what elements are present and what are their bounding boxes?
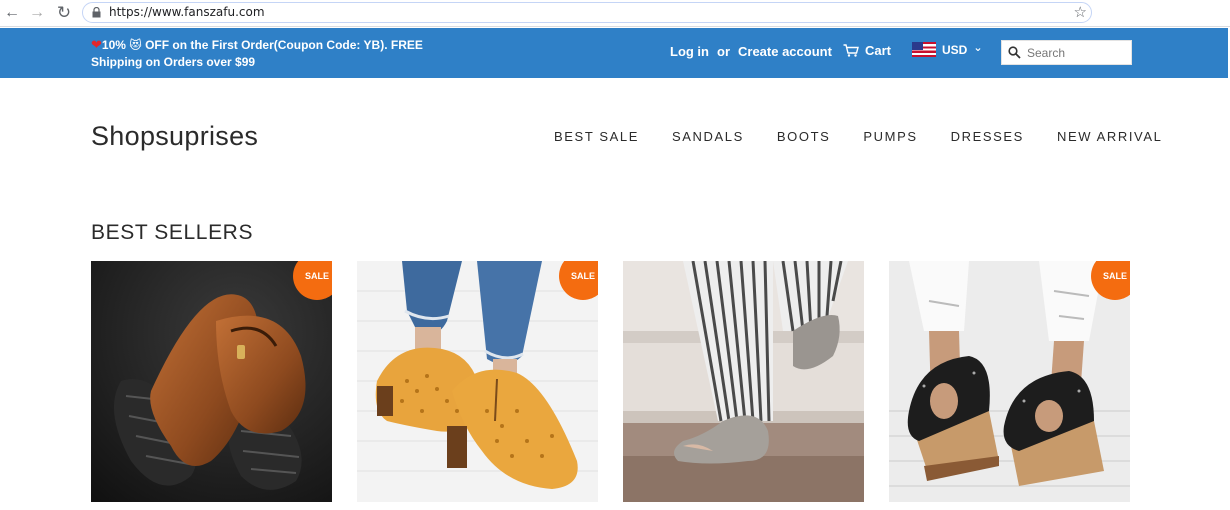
account-links: Log in or Create account <box>670 44 832 59</box>
nav-boots[interactable]: BOOTS <box>777 129 831 144</box>
back-icon[interactable]: ← <box>2 3 22 23</box>
product-card-2[interactable]: SALE <box>357 261 598 502</box>
product-image-4[interactable] <box>889 261 1130 502</box>
search-icon <box>1008 46 1021 59</box>
browser-toolbar: ← → ↻ https://www.fanszafu.com ☆ <box>0 0 1230 27</box>
nav-sandals[interactable]: SANDALS <box>672 129 744 144</box>
us-flag-icon <box>912 42 936 57</box>
main-navigation: BEST SALE SANDALS BOOTS PUMPS DRESSES NE… <box>554 129 1162 144</box>
announcement-bar: ❤10% 😻 OFF on the First Order(Coupon Cod… <box>0 28 1228 78</box>
heart-icon: ❤ <box>91 37 102 52</box>
cart-label: Cart <box>865 43 892 58</box>
bookmark-star-icon[interactable]: ☆ <box>1074 3 1087 21</box>
lock-icon <box>92 7 101 18</box>
nav-new-arrival[interactable]: NEW ARRIVAL <box>1057 129 1163 144</box>
nav-best-sale[interactable]: BEST SALE <box>554 129 639 144</box>
promo-line-1: 10% 😻 OFF on the First Order(Coupon Code… <box>101 38 423 52</box>
product-card-4[interactable]: SALE <box>889 261 1130 502</box>
reload-icon[interactable]: ↻ <box>54 3 74 23</box>
product-card-1[interactable]: SALE <box>91 261 332 502</box>
promo-text: ❤10% 😻 OFF on the First Order(Coupon Cod… <box>91 36 451 71</box>
or-text: or <box>717 44 730 59</box>
search-placeholder: Search <box>1027 46 1066 60</box>
create-account-link[interactable]: Create account <box>738 44 832 59</box>
login-link[interactable]: Log in <box>670 44 709 59</box>
product-image-3[interactable] <box>623 261 864 502</box>
best-sellers-heading: BEST SELLERS <box>91 221 254 244</box>
product-image-2[interactable] <box>357 261 598 502</box>
product-image-1[interactable] <box>91 261 332 502</box>
product-card-3[interactable] <box>623 261 864 502</box>
nav-pumps[interactable]: PUMPS <box>863 129 917 144</box>
cart-link[interactable]: Cart <box>843 43 891 58</box>
cart-icon <box>843 44 859 57</box>
currency-label: USD <box>942 42 968 57</box>
nav-dresses[interactable]: DRESSES <box>951 129 1024 144</box>
search-input[interactable]: Search <box>1001 40 1132 65</box>
promo-line-2: Shipping on Orders over $99 <box>91 55 256 69</box>
forward-icon[interactable]: → <box>27 3 47 23</box>
address-bar[interactable]: https://www.fanszafu.com ☆ <box>82 2 1092 23</box>
chevron-down-icon: ⌄ <box>973 42 983 54</box>
currency-selector[interactable]: USD ⌄ <box>912 42 983 57</box>
store-logo[interactable]: Shopsuprises <box>91 121 258 152</box>
url-text[interactable]: https://www.fanszafu.com <box>109 5 265 19</box>
